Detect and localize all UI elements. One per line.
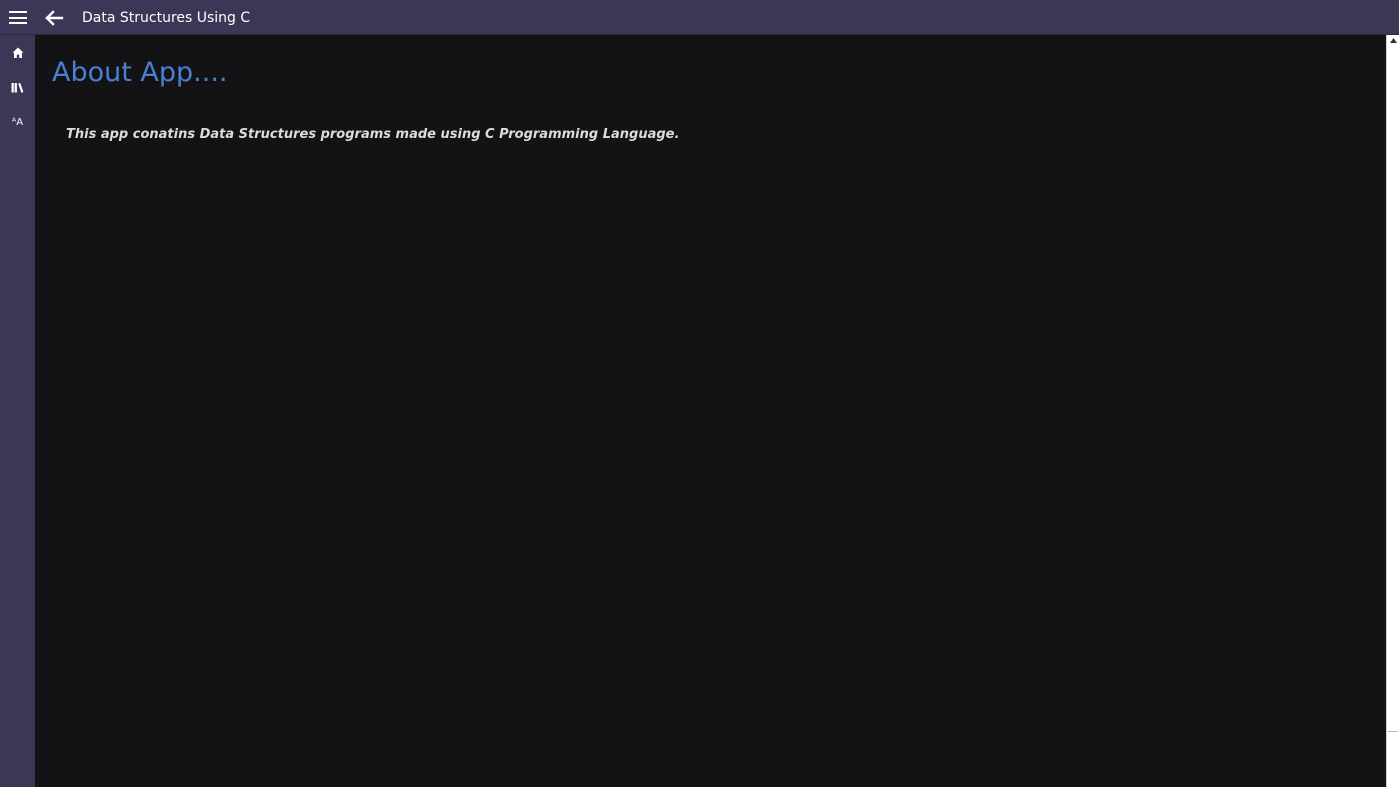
back-button[interactable] (38, 0, 70, 35)
library-icon (11, 82, 24, 93)
sidebar-item-library[interactable] (0, 70, 35, 105)
about-description: This app conatins Data Structures progra… (66, 127, 680, 142)
main-content: About App.... This app conatins Data Str… (35, 35, 1386, 787)
app-title: Data Structures Using C (82, 10, 251, 26)
back-arrow-icon (45, 9, 64, 26)
scroll-up-button[interactable] (1387, 35, 1399, 46)
scroll-up-arrow-icon (1389, 38, 1397, 43)
font-size-icon: ᴬA (11, 117, 24, 128)
hamburger-menu-icon (8, 11, 27, 24)
hamburger-menu-button[interactable] (0, 0, 35, 35)
vertical-scrollbar[interactable] (1386, 35, 1399, 787)
title-bar: Data Structures Using C (0, 0, 1399, 35)
sidebar-item-font-size[interactable]: ᴬA (0, 105, 35, 140)
page-title: About App.... (52, 57, 228, 88)
sidebar: ᴬA (0, 35, 35, 787)
scroll-thumb[interactable] (1388, 47, 1398, 732)
sidebar-item-home[interactable] (0, 35, 35, 70)
home-icon (12, 47, 23, 58)
